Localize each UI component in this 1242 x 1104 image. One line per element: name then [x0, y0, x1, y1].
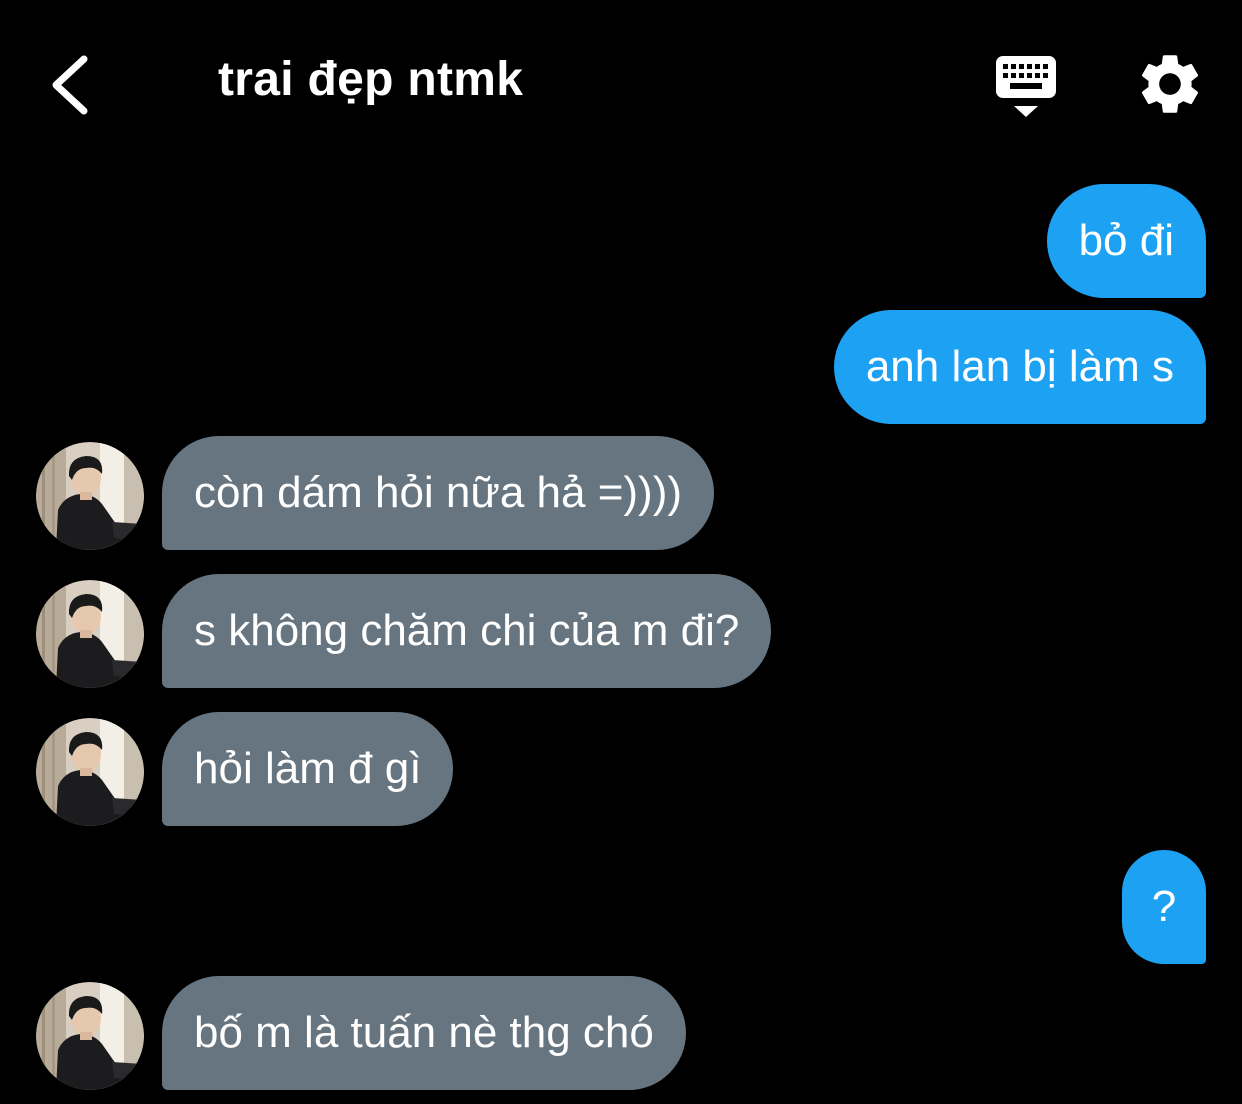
chat-header: trai đẹp ntmk: [0, 0, 1242, 170]
message-text: hỏi làm đ gì: [194, 744, 422, 793]
outgoing-message-bubble[interactable]: ?: [1122, 850, 1206, 964]
chevron-left-icon: [52, 55, 88, 115]
conversation-title[interactable]: trai đẹp ntmk: [218, 52, 523, 107]
incoming-message-bubble[interactable]: bố m là tuấn nè thg chó: [162, 976, 686, 1090]
settings-button[interactable]: [1134, 48, 1206, 120]
incoming-message-bubble[interactable]: s không chăm chi của m đi?: [162, 574, 772, 688]
contact-avatar[interactable]: [36, 580, 144, 688]
outgoing-message-bubble[interactable]: anh lan bị làm s: [833, 310, 1206, 424]
contact-avatar[interactable]: [36, 982, 144, 1090]
incoming-message-bubble[interactable]: còn dám hỏi nữa hả =)))): [162, 436, 715, 550]
back-button[interactable]: [30, 40, 110, 130]
message-text: bố m là tuấn nè thg chó: [194, 1008, 654, 1057]
message-text: ?: [1151, 882, 1177, 931]
incoming-message-bubble[interactable]: hỏi làm đ gì: [162, 712, 454, 826]
outgoing-message-bubble[interactable]: bỏ đi: [1046, 184, 1206, 298]
keyboard-icon: [996, 56, 1056, 117]
contact-avatar[interactable]: [36, 442, 144, 550]
message-text: bỏ đi: [1078, 216, 1174, 265]
message-text: còn dám hỏi nữa hả =)))): [194, 468, 683, 517]
gear-icon: [1141, 55, 1199, 113]
keyboard-button[interactable]: [988, 50, 1064, 122]
message-text: anh lan bị làm s: [865, 342, 1174, 391]
contact-avatar[interactable]: [36, 718, 144, 826]
message-text: s không chăm chi của m đi?: [194, 606, 740, 655]
